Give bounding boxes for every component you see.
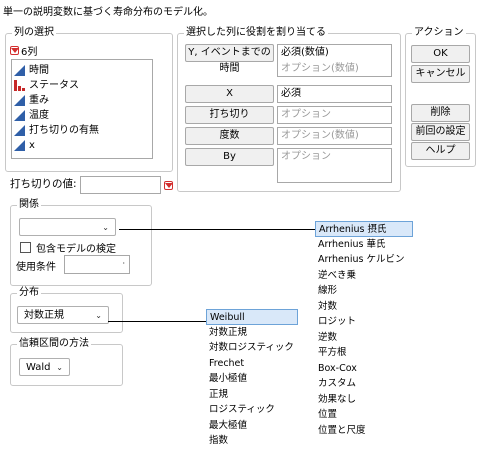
list-item[interactable]: ステータス [12,78,152,93]
censor-role-field[interactable]: オプション [277,106,392,124]
freq-role-field[interactable]: オプション(数値) [277,127,392,145]
connector-line [108,321,206,322]
relationship-dropdown[interactable]: ⌄ [19,218,116,236]
y-time-to-event-button[interactable]: Y, イベントまでの時間 [185,44,274,74]
continuous-icon [14,95,25,106]
y-optional-text: オプション(数値) [281,63,359,74]
x-role-field[interactable]: 必須 [277,85,392,103]
x-button[interactable]: X [185,85,274,103]
list-item[interactable]: 対数ロジスティック [206,340,298,356]
actions-group: アクション OK キャンセル 削除 前回の設定 ヘルプ [405,27,476,167]
list-item[interactable]: 効果なし [315,392,413,408]
use-condition-label: 使用条件 [16,262,56,273]
ci-method-group: 信頼区間の方法 Wald ⌄ [10,338,123,386]
remove-button[interactable]: 削除 [411,104,470,122]
recall-button[interactable]: 前回の設定 [411,123,470,141]
roles-label: 選択した列に役割を割り当てる [184,27,328,39]
continuous-icon [14,65,25,76]
list-item[interactable]: 平方根 [315,345,413,361]
ci-method-dropdown[interactable]: Wald ⌄ [19,358,70,376]
ci-method-label: 信頼区間の方法 [17,338,91,350]
nested-model-check[interactable]: 包含モデルの検定 [20,240,116,255]
red-triangle-menu-icon[interactable] [10,46,19,55]
list-item[interactable]: Arrhenius ケルビン [315,252,413,268]
list-item[interactable]: Arrhenius 華氏 [315,237,413,253]
cancel-button[interactable]: キャンセル [411,65,470,83]
roles-group: 選択した列に役割を割り当てる Y, イベントまでの時間 必須(数値) オプション… [177,27,401,192]
censor-button[interactable]: 打ち切り [185,106,274,124]
list-item[interactable]: 最大極値 [206,418,298,434]
column-list[interactable]: 時間 ステータス 重み 温度 打ち切りの有無 x [11,59,153,159]
column-select-group: 列の選択 6列 時間 ステータス 重み 温度 打ち切りの有無 x [5,27,173,172]
dialog-title: 単一の説明変数に基づく寿命分布のモデル化。 [3,7,213,18]
column-select-label: 列の選択 [12,27,56,39]
list-item[interactable]: 線形 [315,283,413,299]
list-item[interactable]: 重み [12,93,152,108]
red-triangle-menu-icon[interactable] [164,181,173,190]
relationship-options-list[interactable]: Arrhenius 摂氏 Arrhenius 華氏 Arrhenius ケルビン… [315,221,413,438]
by-button[interactable]: By [185,148,274,166]
list-item[interactable]: 最小極値 [206,371,298,387]
list-item[interactable]: 打ち切りの有無 [12,123,152,138]
continuous-icon [14,110,25,121]
actions-label: アクション [412,27,466,39]
list-item[interactable]: ロジスティック [206,402,298,418]
distribution-options-list[interactable]: Weibull 対数正規 対数ロジスティック Frechet 最小極値 正規 ロ… [206,309,298,449]
distribution-dropdown[interactable]: 対数正規 ⌄ [17,306,109,324]
censor-code-input[interactable] [80,176,161,194]
nominal-icon [14,80,25,91]
list-item[interactable]: 対数 [315,299,413,315]
use-condition-input[interactable]: · [64,255,130,274]
list-item[interactable]: 位置と尺度 [315,423,413,439]
y-required-text: 必須(数値) [281,47,329,58]
relationship-group: 関係 ⌄ 包含モデルの検定 使用条件 · [10,199,152,286]
checkbox[interactable] [20,242,31,253]
list-item[interactable]: 位置 [315,407,413,423]
help-button[interactable]: ヘルプ [411,142,470,160]
list-item[interactable]: 逆べき乗 [315,268,413,284]
chevron-down-icon: ⌄ [102,223,109,232]
list-item[interactable]: x [12,138,152,153]
relationship-label: 関係 [17,199,41,211]
list-item[interactable]: Box-Cox [315,361,413,377]
column-count: 6列 [21,47,38,58]
list-item[interactable]: Arrhenius 摂氏 [315,221,413,237]
dot-icon: · [122,259,125,268]
list-item[interactable]: 指数 [206,433,298,449]
continuous-icon [14,125,25,136]
distribution-label: 分布 [17,287,41,299]
list-item[interactable]: Weibull [206,309,298,325]
continuous-icon [14,140,25,151]
list-item[interactable]: カスタム [315,376,413,392]
chevron-down-icon: ⌄ [95,311,102,320]
ok-button[interactable]: OK [411,45,470,63]
column-count-menu[interactable]: 6列 [10,43,37,58]
list-item[interactable]: 温度 [12,108,152,123]
by-role-field[interactable]: オプション [277,148,392,183]
y-role-field[interactable]: 必須(数値) オプション(数値) [277,44,392,77]
freq-button[interactable]: 度数 [185,127,274,145]
chevron-down-icon: ⌄ [56,363,63,372]
distribution-group: 分布 対数正規 ⌄ [10,287,123,333]
list-item[interactable]: 正規 [206,387,298,403]
list-item[interactable]: 時間 [12,63,152,78]
censor-code-label: 打ち切りの値: [10,178,77,190]
connector-line [119,229,315,230]
list-item[interactable]: ロジット [315,314,413,330]
list-item[interactable]: 対数正規 [206,325,298,341]
list-item[interactable]: 逆数 [315,330,413,346]
list-item[interactable]: Frechet [206,356,298,372]
